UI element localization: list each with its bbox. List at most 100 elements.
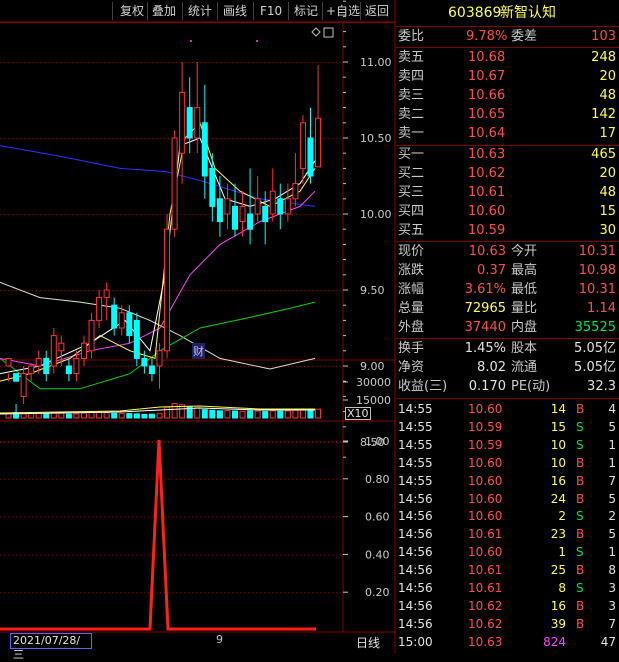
candle-body xyxy=(141,357,148,367)
ask-label: 卖四 xyxy=(398,69,425,84)
indicator-tick-label: 0.60 xyxy=(365,511,390,524)
bid-volume: 465 xyxy=(591,147,616,162)
price-tick-label: 9.00 xyxy=(360,360,385,373)
trade-row: 14:56 10.60 2 S2 xyxy=(398,509,616,524)
volume-bar xyxy=(284,410,291,419)
candle-body xyxy=(247,213,254,230)
stat-row: 总量 72965 量比 1.14 xyxy=(398,301,616,316)
volume-bar xyxy=(277,410,284,419)
indicator-tick-label: 0.40 xyxy=(365,548,390,561)
volume-bar xyxy=(148,413,155,419)
bid-label: 买五 xyxy=(398,223,425,238)
candle-body xyxy=(201,122,208,177)
candle-body xyxy=(315,117,322,168)
finance-marker[interactable]: 财 xyxy=(192,343,205,359)
candle-body xyxy=(96,297,103,321)
candle-body xyxy=(292,183,299,200)
bid-price: 10.60 xyxy=(468,204,506,219)
bid-label: 买三 xyxy=(398,185,425,200)
bid-label: 买二 xyxy=(398,166,425,181)
date-label: 2021/07/28/三 xyxy=(10,633,92,661)
candle-body xyxy=(232,205,238,230)
volume-bar xyxy=(194,407,201,419)
candle-body xyxy=(88,319,95,352)
ask-price: 10.68 xyxy=(468,50,506,65)
bid-row[interactable]: 买四 10.60 15 xyxy=(396,203,619,221)
volume-bar xyxy=(126,413,133,419)
bid-price: 10.59 xyxy=(468,223,506,238)
ask-volume: 142 xyxy=(591,107,616,122)
bid-price: 10.63 xyxy=(468,147,506,162)
candle-body xyxy=(5,357,12,367)
volume-bar xyxy=(164,406,171,419)
volume-multiplier: X10 xyxy=(345,407,371,420)
kline-chart-svg[interactable]: 12.0011.5011.0010.5010.009.509.008.50 30… xyxy=(0,0,396,653)
ask-row[interactable]: 卖三 10.66 48 xyxy=(396,87,619,105)
ask-label: 卖五 xyxy=(398,50,425,65)
volume-bar xyxy=(239,410,246,419)
stat-row: 涨幅 3.61% 最低 10.31 xyxy=(398,282,616,297)
candle-body xyxy=(164,228,171,352)
bid-label: 买四 xyxy=(398,204,425,219)
volume-bar xyxy=(232,410,238,419)
bid-label: 买一 xyxy=(398,147,425,162)
marker-dot xyxy=(190,40,192,42)
volume-bar xyxy=(171,403,178,419)
bid-row[interactable]: 买一 10.63 465 xyxy=(396,146,619,164)
stock-title: 603869 新智认知 xyxy=(396,4,619,22)
candle-body xyxy=(254,198,261,215)
period-label[interactable]: 日线 xyxy=(356,634,380,651)
stat-row: 涨跌 0.37 最高 10.98 xyxy=(398,263,616,278)
stock-name: 新智认知 xyxy=(500,5,556,21)
ask-price: 10.65 xyxy=(468,107,506,122)
ask-row[interactable]: 卖一 10.64 17 xyxy=(396,125,619,143)
trade-row: 14:55 10.60 10 B1 xyxy=(398,455,616,470)
ask-row[interactable]: 卖五 10.68 248 xyxy=(396,49,619,67)
ask-row[interactable]: 卖四 10.67 20 xyxy=(396,68,619,86)
candle-body xyxy=(20,373,27,397)
bid-row[interactable]: 买三 10.61 48 xyxy=(396,184,619,202)
volume-bar xyxy=(269,410,276,419)
candle-body xyxy=(13,373,20,382)
price-tick-label: 10.50 xyxy=(360,132,392,145)
volume-bar xyxy=(224,410,231,419)
candle-body xyxy=(284,198,291,215)
ask-row[interactable]: 卖二 10.65 142 xyxy=(396,106,619,124)
candle-body xyxy=(103,289,110,299)
indicator-tick-label: 1.00 xyxy=(365,435,390,448)
bid-row[interactable]: 买五 10.59 30 xyxy=(396,222,619,240)
candle-body xyxy=(209,167,216,207)
finance-row: 收益(三) 0.170 PE(动) 32.3 xyxy=(398,379,616,394)
volume-bar xyxy=(292,409,299,419)
volume-bar xyxy=(65,413,72,419)
ma-line-blue xyxy=(0,145,316,207)
ask-price: 10.67 xyxy=(468,69,506,84)
volume-bar xyxy=(20,413,27,419)
ask-label: 卖三 xyxy=(398,88,425,103)
volume-bar xyxy=(307,409,314,419)
volume-bar xyxy=(247,410,254,419)
volume-bar xyxy=(133,413,140,419)
candle-body xyxy=(277,198,284,215)
trade-row: 14:56 10.62 39 B7 xyxy=(398,616,616,631)
ask-label: 卖一 xyxy=(398,126,425,141)
ma-line-yellow xyxy=(0,121,316,382)
bid-row[interactable]: 买二 10.62 20 xyxy=(396,165,619,183)
candle-body xyxy=(28,365,35,375)
candle-body xyxy=(171,137,178,230)
volume-tick-label: 30000 xyxy=(356,376,391,389)
candle-body xyxy=(50,335,57,367)
volume-bar xyxy=(118,413,125,419)
finance-row: 换手 1.45% 股本 5.05亿 xyxy=(398,341,616,356)
candle-body xyxy=(126,312,133,337)
price-tick-label: 10.00 xyxy=(360,208,392,221)
kline-chart-area[interactable]: 12.0011.5011.0010.5010.009.509.008.50 30… xyxy=(0,0,396,661)
bid-price: 10.62 xyxy=(468,166,506,181)
trade-row: 14:56 10.61 23 B5 xyxy=(398,527,616,542)
price-tick-label: 11.00 xyxy=(360,56,392,69)
candle-body xyxy=(239,205,246,223)
bid-price: 10.61 xyxy=(468,185,506,200)
candle-body xyxy=(194,107,201,139)
trade-row: 14:56 10.60 24 B5 xyxy=(398,491,616,506)
candle-body xyxy=(269,190,276,215)
